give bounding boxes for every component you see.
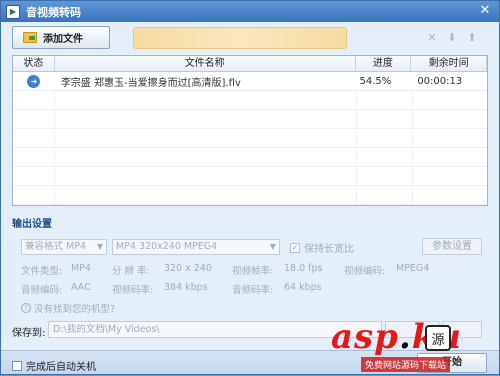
empty-row xyxy=(13,186,487,205)
move-down-icon[interactable]: ⬇ xyxy=(445,31,459,45)
title-bar[interactable]: ▶ 音视频转码 ✕ xyxy=(1,1,499,22)
file-remaining: 00:00:13 xyxy=(417,75,463,87)
banner-area xyxy=(133,27,347,49)
audio-bitrate-label: 音频码率: xyxy=(232,285,274,296)
format-select[interactable]: 兼容格式 MP4 ▼ xyxy=(21,239,107,255)
file-progress: 54.5% xyxy=(359,75,392,87)
output-settings-title: 输出设置 xyxy=(12,219,52,230)
play-icon: ➜ xyxy=(27,74,41,88)
footer-bar: 完成后自动关机 开始 xyxy=(1,350,499,374)
column-header-name[interactable]: 文件名称 xyxy=(55,56,356,71)
delete-icon[interactable]: ✕ xyxy=(425,31,439,45)
start-button[interactable]: 开始 xyxy=(417,353,487,373)
add-file-button[interactable]: 添加文件 xyxy=(12,26,110,49)
checkbox-icon[interactable] xyxy=(12,360,22,371)
list-header: 状态 文件名称 进度 剩余时间 xyxy=(13,56,487,72)
video-bitrate-value: 384 kbps xyxy=(164,282,208,293)
chevron-down-icon: ▼ xyxy=(96,242,103,251)
save-path-field[interactable]: D:\我的文档\My Videos\ xyxy=(48,321,382,338)
empty-row xyxy=(13,167,487,186)
column-header-remaining[interactable]: 剩余时间 xyxy=(411,56,487,71)
app-icon: ▶ xyxy=(6,4,20,19)
video-bitrate-label: 视频码率: xyxy=(112,285,154,296)
file-type-value: MP4 xyxy=(71,263,91,274)
toolbar: 添加文件 ✕ ⬇ ⬆ xyxy=(1,22,499,52)
resolution-value: 320 x 240 xyxy=(164,263,212,274)
empty-row xyxy=(13,129,487,148)
browse-button[interactable] xyxy=(385,321,439,338)
close-icon: ✕ xyxy=(479,3,491,18)
file-type-label: 文件类型: xyxy=(21,266,63,277)
audio-codec-label: 音频编码: xyxy=(21,285,63,296)
folder-add-icon xyxy=(23,32,37,43)
empty-row xyxy=(13,91,487,110)
audio-bitrate-value: 64 kbps xyxy=(284,282,322,293)
question-icon: ? xyxy=(21,303,31,313)
file-list[interactable]: 状态 文件名称 进度 剩余时间 ➜ 李宗盛 郑惠玉-当爱擦身而过[高清版].fl… xyxy=(12,55,488,206)
transcode-window: ▶ 音视频转码 ✕ 添加文件 ✕ ⬇ ⬆ 状态 文件名称 进度 剩余时间 ➜ 李… xyxy=(0,0,500,375)
file-name: 李宗盛 郑惠玉-当爱擦身而过[高清版].flv xyxy=(60,77,241,89)
help-text: 没有找到您的机型? xyxy=(34,304,116,315)
format-select-value: 兼容格式 MP4 xyxy=(25,241,86,252)
move-up-icon[interactable]: ⬆ xyxy=(465,31,479,45)
auto-shutdown-checkbox[interactable]: 完成后自动关机 xyxy=(12,358,96,373)
auto-shutdown-label: 完成后自动关机 xyxy=(26,362,96,373)
file-row[interactable]: ➜ 李宗盛 郑惠玉-当爱擦身而过[高清版].flv 54.5% 00:00:13 xyxy=(13,72,487,91)
preset-select[interactable]: MP4 320x240 MPEG4 ▼ xyxy=(112,239,280,255)
save-to-label: 保存到: xyxy=(12,328,46,339)
add-file-label: 添加文件 xyxy=(43,34,83,45)
chevron-down-icon: ▼ xyxy=(269,242,276,251)
framerate-value: 18.0 fps xyxy=(284,263,323,274)
preset-select-value: MP4 320x240 MPEG4 xyxy=(116,241,218,252)
help-link[interactable]: ? 没有找到您的机型? xyxy=(21,301,115,315)
column-header-progress[interactable]: 进度 xyxy=(356,56,412,71)
keep-ratio-label: 保持长宽比 xyxy=(304,244,354,255)
audio-codec-value: AAC xyxy=(71,282,91,293)
framerate-label: 视频帧率: xyxy=(232,266,274,277)
video-codec-label: 视频编码: xyxy=(344,266,386,277)
column-header-status[interactable]: 状态 xyxy=(13,56,55,71)
check-icon[interactable]: ✓ xyxy=(290,242,300,253)
close-button[interactable]: ✕ xyxy=(474,3,496,19)
video-codec-value: MPEG4 xyxy=(396,263,430,274)
param-settings-button[interactable]: 参数设置 xyxy=(422,238,482,255)
empty-row xyxy=(13,110,487,129)
keep-ratio-checkbox[interactable]: ✓ 保持长宽比 xyxy=(290,240,354,255)
empty-row xyxy=(13,148,487,167)
open-folder-button[interactable] xyxy=(442,321,482,338)
resolution-label: 分 辨 率: xyxy=(112,266,150,277)
window-title: 音视频转码 xyxy=(26,5,81,19)
